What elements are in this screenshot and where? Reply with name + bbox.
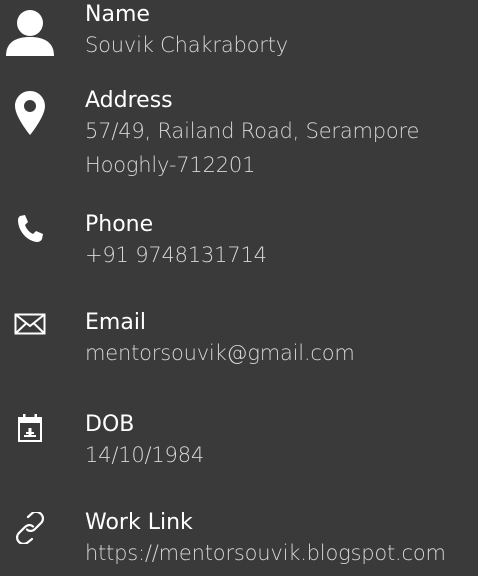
link-icon bbox=[0, 512, 60, 544]
envelope-icon bbox=[0, 313, 60, 335]
email-value: mentorsouvik@gmail.com bbox=[85, 341, 355, 365]
name-label: Name bbox=[85, 2, 150, 27]
address-line1: 57/49, Railand Road, Serampore bbox=[85, 119, 420, 143]
phone-label: Phone bbox=[85, 212, 154, 237]
phone-icon bbox=[0, 214, 60, 244]
location-pin-icon bbox=[0, 90, 60, 136]
work-link-label: Work Link bbox=[85, 510, 193, 535]
name-value: Souvik Chakraborty bbox=[85, 33, 288, 57]
address-line2: Hooghly-712201 bbox=[85, 153, 256, 177]
user-icon bbox=[0, 8, 60, 56]
dob-value: 14/10/1984 bbox=[85, 443, 205, 467]
dob-label: DOB bbox=[85, 412, 135, 437]
calendar-icon bbox=[0, 414, 60, 442]
work-link-value[interactable]: https://mentorsouvik.blogspot.com bbox=[85, 536, 446, 570]
address-label: Address bbox=[85, 88, 173, 113]
email-label: Email bbox=[85, 310, 147, 335]
phone-value: +91 9748131714 bbox=[85, 243, 267, 267]
